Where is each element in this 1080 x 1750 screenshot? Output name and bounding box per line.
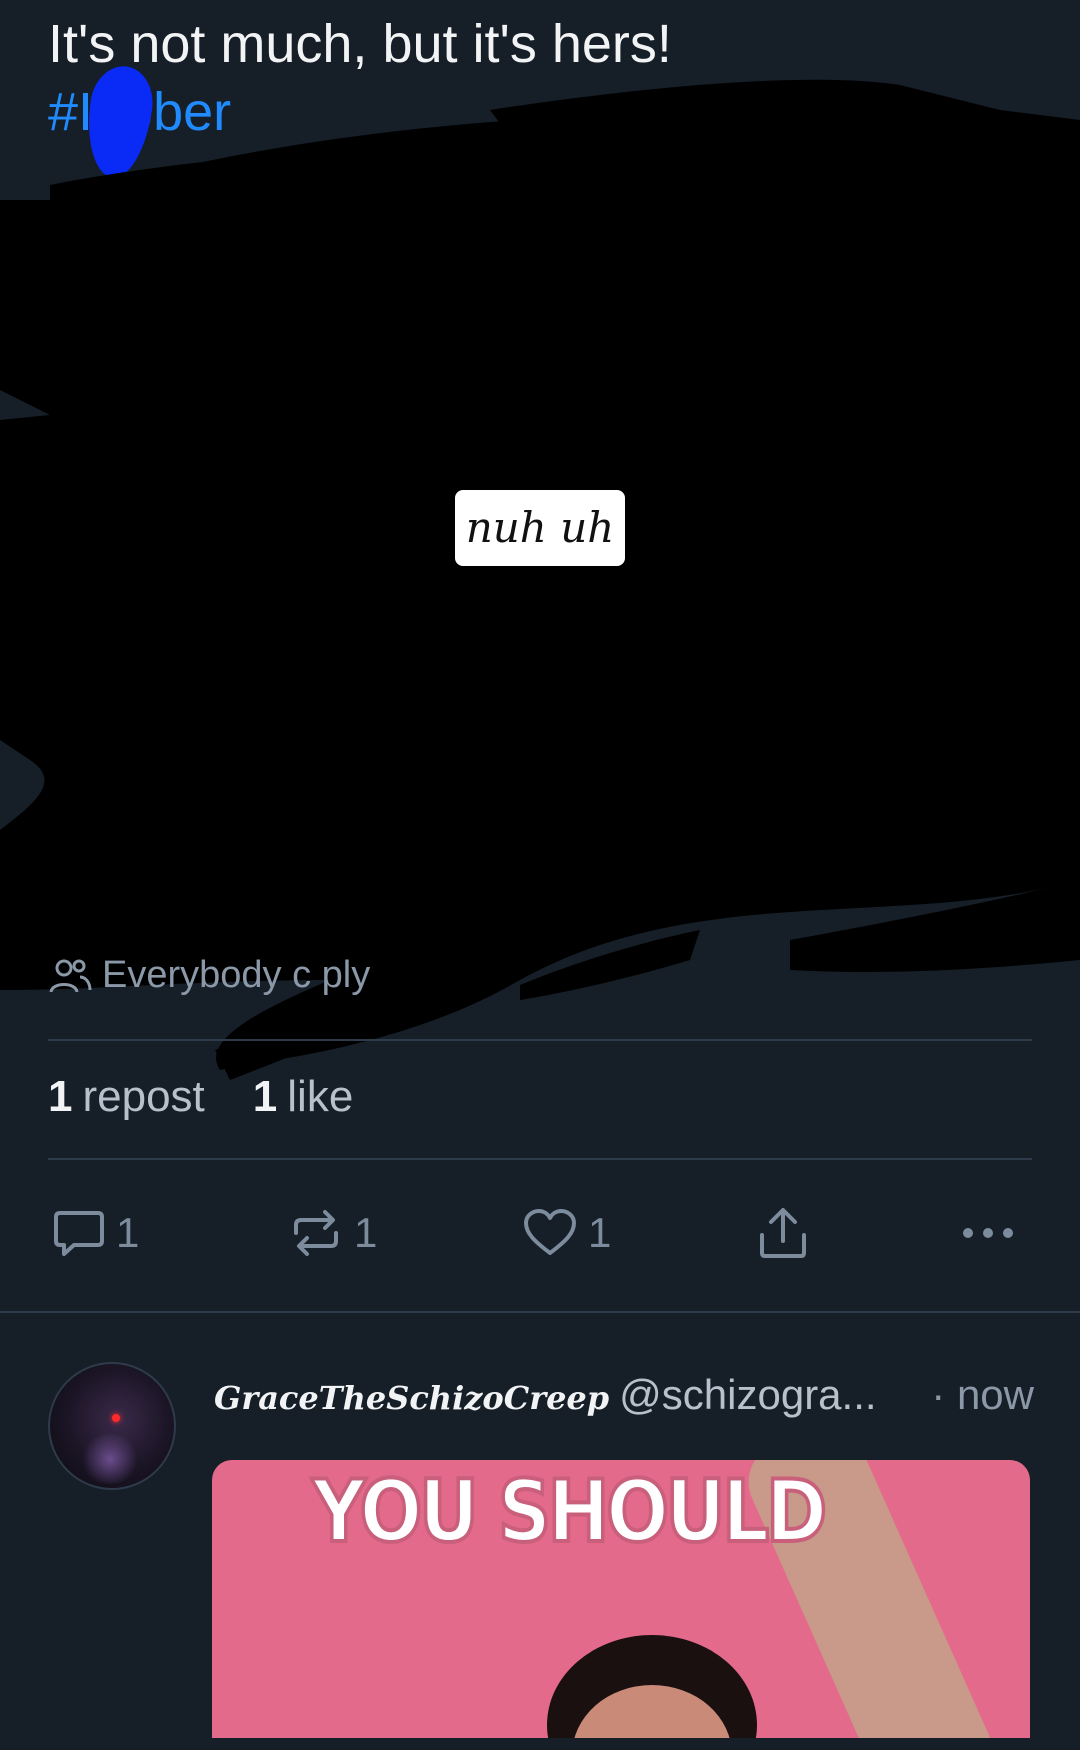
- reply-button[interactable]: 1: [52, 1200, 139, 1266]
- repost-button[interactable]: 1: [288, 1200, 377, 1266]
- engagement-counts: 1 repost 1 like: [48, 1072, 353, 1122]
- reply-setting[interactable]: Everybody c ply: [48, 954, 370, 997]
- repost-count: 1: [48, 1072, 73, 1121]
- redaction-label: nuh uh: [455, 490, 625, 566]
- repost-action-count: 1: [354, 1209, 378, 1256]
- people-icon: [49, 959, 92, 993]
- like-count: 1: [252, 1072, 278, 1121]
- post-actions: 1 1 1: [48, 1200, 1032, 1266]
- share-upload-icon: [760, 1208, 806, 1258]
- reply-setting-label: Everybody c ply: [102, 954, 371, 996]
- post-thread-screen: It's not much, but it's hers! #I tober n…: [0, 0, 1080, 1750]
- divider: [48, 1158, 1032, 1160]
- repost-count-link[interactable]: 1 repost: [48, 1072, 205, 1122]
- share-button[interactable]: [756, 1200, 810, 1266]
- avatar-figure: [80, 1434, 140, 1484]
- divider: [48, 1039, 1032, 1041]
- avatar[interactable]: [48, 1362, 176, 1490]
- avatar-eye: [112, 1414, 120, 1422]
- post-timestamp: · now: [931, 1371, 1034, 1418]
- like-action-count: 1: [588, 1209, 612, 1256]
- like-count-label: like: [287, 1072, 354, 1121]
- like-button[interactable]: 1: [522, 1200, 611, 1266]
- bottom-edge: [0, 1738, 1080, 1750]
- more-options-button[interactable]: [960, 1200, 1016, 1266]
- like-count-link[interactable]: 1 like: [253, 1072, 354, 1122]
- reply-count: 1: [116, 1209, 140, 1256]
- post-separator: [0, 1311, 1080, 1313]
- repost-arrows-icon: [294, 1210, 338, 1256]
- author-handle[interactable]: @schizogra...: [619, 1370, 876, 1420]
- author-display-name[interactable]: GraceTheSchizoCreep: [214, 1373, 609, 1423]
- speech-bubble-icon: [54, 1211, 104, 1256]
- heart-icon: [524, 1209, 576, 1255]
- meme-caption: YOU SHOULD: [310, 1460, 829, 1564]
- ellipsis-icon: [963, 1228, 1013, 1238]
- post-image[interactable]: YOU SHOULD: [212, 1460, 1030, 1750]
- repost-count-label: repost: [82, 1072, 205, 1121]
- next-post-header: GraceTheSchizoCreep @schizogra... · now: [214, 1370, 1034, 1420]
